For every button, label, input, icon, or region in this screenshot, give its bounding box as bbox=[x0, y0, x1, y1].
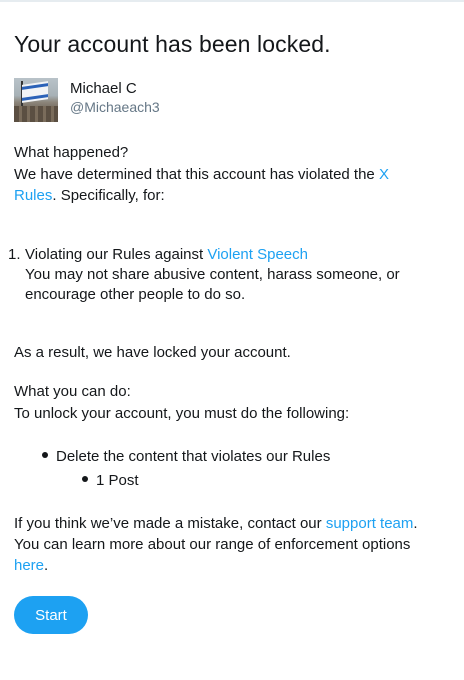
result-text: As a result, we have locked your account… bbox=[14, 344, 291, 361]
footer-learn-more: You can learn more about our range of en… bbox=[14, 536, 411, 553]
avatar bbox=[14, 78, 58, 122]
x-rules-link-part2: Rules bbox=[14, 187, 53, 204]
what-happened-intro: We have determined that this account has… bbox=[14, 166, 379, 183]
what-happened-text: We have determined that this account has… bbox=[14, 164, 444, 206]
violation-title: Violating our Rules against Violent Spee… bbox=[25, 246, 308, 263]
footer-contact-end: . bbox=[413, 515, 418, 532]
bullet-dot-icon bbox=[82, 476, 88, 483]
what-you-can-do-text: To unlock your account, you must do the … bbox=[14, 405, 350, 422]
page-title: Your account has been locked. bbox=[14, 31, 331, 57]
violent-speech-link[interactable]: Violent Speech bbox=[207, 246, 308, 263]
footer-text: If you think we’ve made a mistake, conta… bbox=[14, 513, 454, 576]
footer-contact-text: If you think we’ve made a mistake, conta… bbox=[14, 515, 326, 532]
x-rules-link-part1: X bbox=[378, 166, 389, 183]
flag-icon bbox=[22, 81, 48, 103]
here-link[interactable]: here bbox=[14, 557, 44, 574]
violation-title-prefix: Violating our Rules against bbox=[25, 246, 208, 263]
top-divider bbox=[0, 0, 464, 2]
bullet-dot-icon bbox=[42, 452, 48, 459]
step-item: Delete the content that violates our Rul… bbox=[42, 448, 330, 465]
user-card: Michael C @Michaeach3 bbox=[14, 78, 450, 122]
step-sub-label: 1 Post bbox=[96, 472, 139, 489]
what-happened-outro: . Specifically, for: bbox=[52, 187, 165, 204]
what-happened-heading: What happened? bbox=[14, 144, 129, 161]
what-you-can-do-heading: What you can do: bbox=[14, 383, 131, 400]
step-sub-item: 1 Post bbox=[82, 472, 139, 489]
start-button[interactable]: Start bbox=[14, 596, 88, 634]
user-name: Michael C bbox=[70, 80, 137, 97]
user-handle: @Michaeach3 bbox=[70, 99, 160, 115]
footer-here-end: . bbox=[44, 557, 49, 574]
building-graphic bbox=[14, 106, 58, 122]
violation-number: 1. bbox=[8, 246, 21, 263]
violation-description: You may not share abusive content, haras… bbox=[25, 266, 400, 303]
support-team-link[interactable]: support team bbox=[326, 515, 414, 532]
step-label: Delete the content that violates our Rul… bbox=[56, 448, 331, 465]
